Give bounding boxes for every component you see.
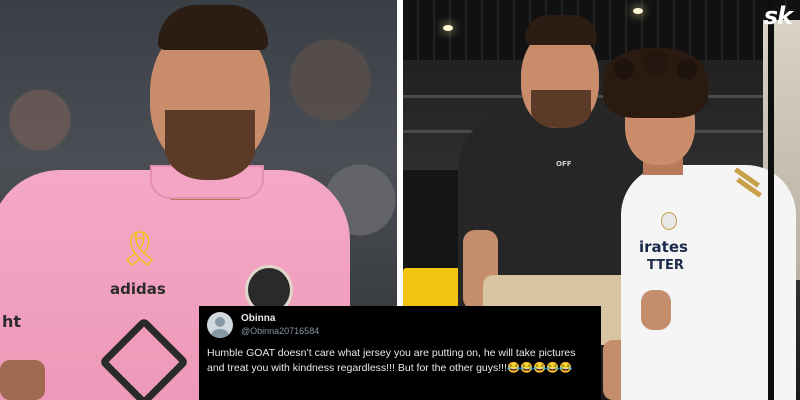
player-beard [165, 110, 255, 180]
tattooed-arm [0, 360, 45, 400]
ceiling-light [443, 25, 453, 31]
user-handle[interactable]: @Obinna20716584 [241, 325, 319, 337]
door-frame [768, 0, 774, 400]
tweet-card: Obinna @Obinna20716584 Humble GOAT doesn… [199, 306, 601, 400]
jersey-sponsor-line2: TTER [647, 258, 684, 273]
display-name[interactable]: Obinna [241, 313, 319, 325]
avatar[interactable] [207, 312, 233, 338]
jersey-crest [661, 212, 677, 230]
sk-watermark-logo: sk [763, 2, 793, 30]
ceiling-light [633, 8, 643, 14]
ceiling [403, 0, 800, 60]
yellow-box [403, 268, 465, 308]
yellow-ribbon-icon: 🎗 [118, 230, 162, 268]
boy-curly-hair [603, 48, 708, 118]
player-hair [158, 5, 268, 50]
jersey-sponsor-line1: irates [639, 238, 688, 256]
sleeve-text: ht [2, 312, 22, 331]
sponsor-logo-text: adidas [110, 280, 166, 298]
tshirt-logo-text: OFF [556, 160, 572, 168]
tweet-header: Obinna @Obinna20716584 [207, 310, 593, 340]
tweet-author: Obinna @Obinna20716584 [241, 313, 319, 337]
wall-stripe [403, 95, 800, 98]
man-beard [531, 90, 591, 128]
man-hair [525, 15, 597, 45]
thumbs-up-hand [641, 290, 671, 330]
tweet-text: Humble GOAT doesn’t care what jersey you… [207, 347, 576, 374]
